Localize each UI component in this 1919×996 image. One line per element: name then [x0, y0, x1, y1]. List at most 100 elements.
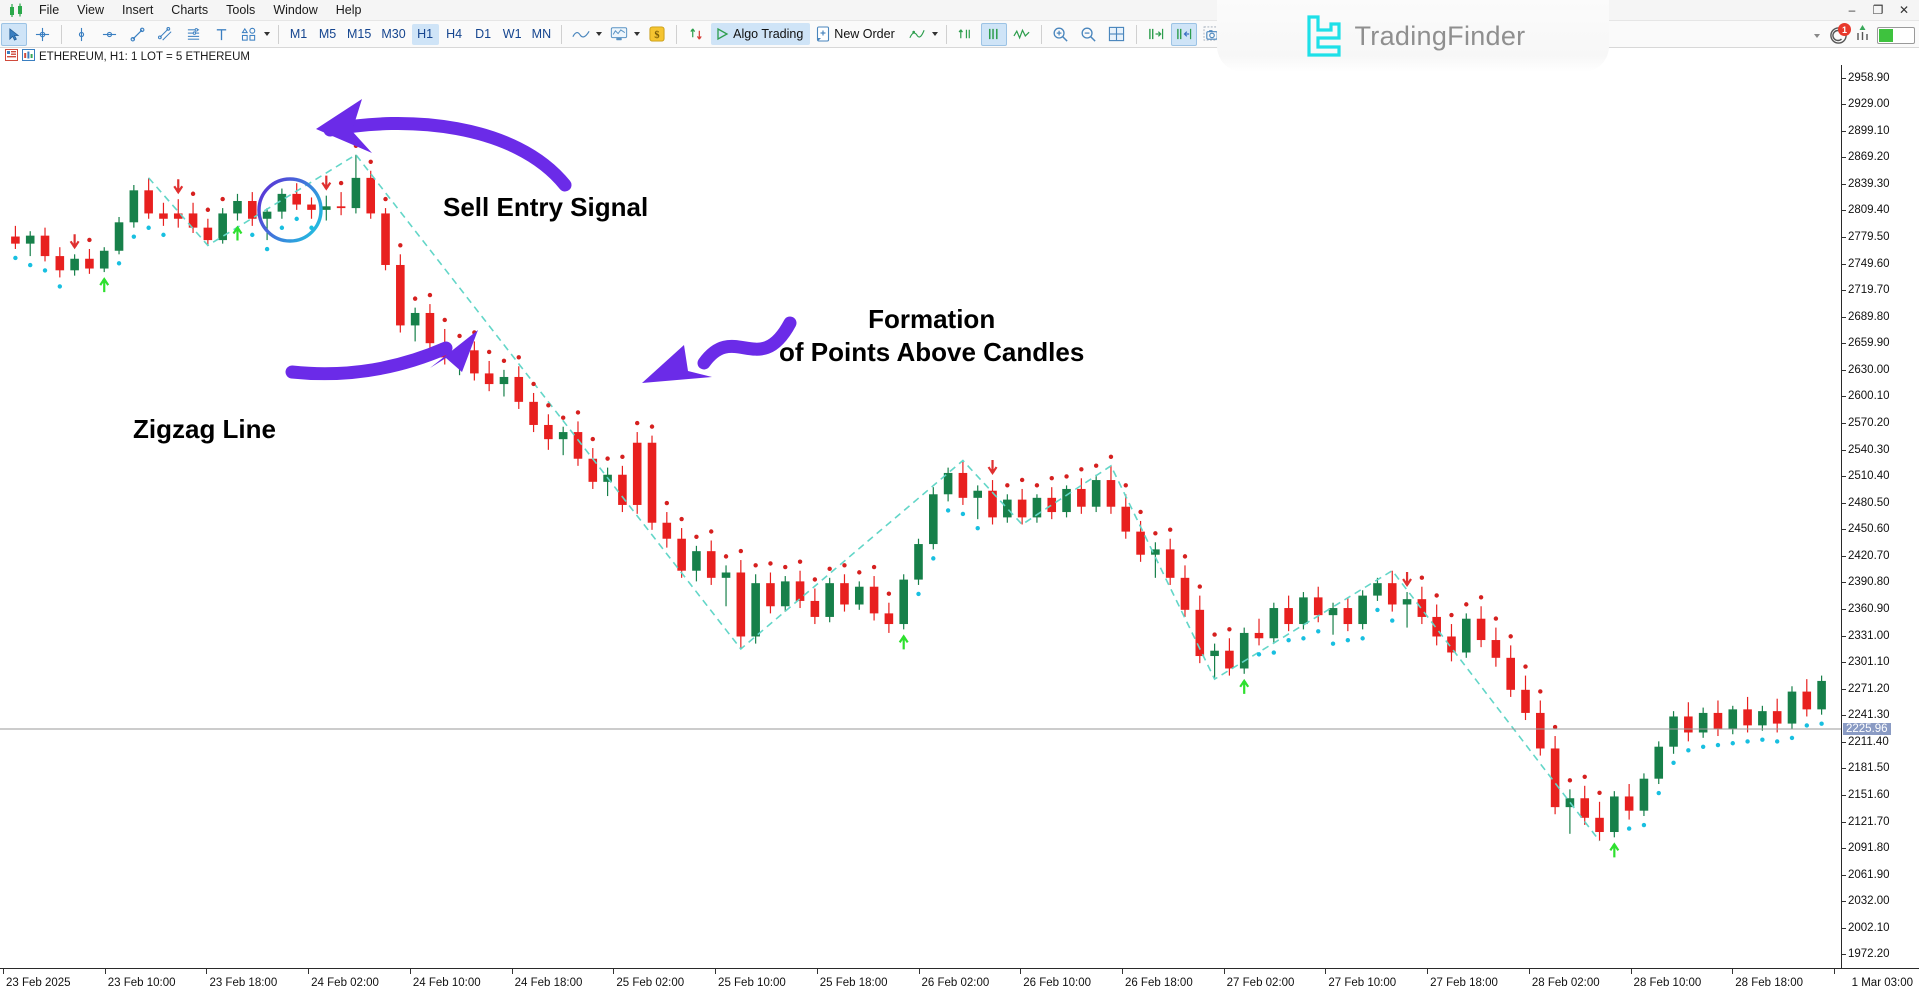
sar-dot-above [605, 456, 610, 461]
chart-props-icon[interactable] [5, 49, 18, 64]
timeframe-mn[interactable]: MN [528, 24, 555, 45]
line-chart-icon[interactable] [568, 23, 594, 46]
horizontal-line-icon[interactable] [96, 23, 122, 46]
tile-windows-icon[interactable] [1104, 23, 1130, 46]
crosshair-icon[interactable] [29, 23, 55, 46]
sar-dot-above [842, 563, 847, 568]
price-axis-label: 2899.10 [1848, 124, 1890, 137]
sar-dot-below [945, 508, 951, 513]
price-tick [1842, 954, 1846, 956]
sell-arrow-marker [987, 460, 998, 476]
text-label-icon[interactable] [208, 23, 234, 46]
timeframe-h4[interactable]: H4 [441, 24, 468, 45]
price-tick [1842, 662, 1846, 664]
maximize-button[interactable]: ❐ [1865, 1, 1891, 18]
indicator-props-icon[interactable] [22, 49, 35, 64]
menu-file[interactable]: File [30, 1, 68, 19]
current-price-badge: 2225.96 [1843, 722, 1891, 735]
close-button[interactable]: ✕ [1891, 1, 1917, 18]
toolbar-separator [945, 24, 947, 44]
chart-type-dropdown-caret[interactable] [596, 32, 603, 36]
timeframe-d1[interactable]: D1 [470, 24, 497, 45]
objects-icon[interactable] [904, 23, 930, 46]
candle-body [70, 258, 79, 271]
menu-tools[interactable]: Tools [217, 1, 264, 19]
signal-strength-icon[interactable] [1854, 24, 1871, 47]
candle-body [1595, 817, 1604, 833]
sar-dot-below [161, 232, 166, 238]
cursor-arrow-icon[interactable] [1, 22, 27, 46]
scroll-back-icon[interactable] [1170, 22, 1197, 46]
candle-body [1461, 618, 1471, 653]
vertical-line-icon[interactable] [68, 23, 94, 46]
timeframe-w1[interactable]: W1 [499, 24, 526, 45]
zoom-in-icon[interactable] [1048, 23, 1074, 46]
price-tick [1842, 555, 1846, 557]
candle-body [1772, 711, 1782, 724]
candle-body [1610, 796, 1619, 833]
chart-canvas[interactable]: Sell Entry Signal Formation of Points Ab… [0, 65, 1919, 996]
price-tick [1842, 290, 1846, 292]
candle-body [1728, 709, 1738, 729]
price-axis-label: 2480.50 [1848, 496, 1890, 509]
menu-window[interactable]: Window [264, 1, 326, 19]
notification-icon[interactable]: 1 [1829, 23, 1851, 45]
objects-dropdown-caret[interactable] [931, 32, 938, 36]
price-chart-svg [0, 143, 1841, 858]
menu-bar: File View Insert Charts Tools Window Help [0, 0, 1919, 21]
sar-dot-below [57, 284, 63, 289]
candle-body [396, 264, 405, 326]
menu-help[interactable]: Help [327, 1, 371, 19]
price-axis-label: 2450.60 [1848, 523, 1890, 536]
indicator-list-icon[interactable] [1009, 23, 1035, 46]
candlestick-icon[interactable] [606, 23, 632, 46]
equidistant-channel-icon[interactable] [152, 23, 178, 46]
candle-body [144, 190, 153, 214]
auto-scroll-icon[interactable] [953, 23, 979, 46]
timeframe-m15[interactable]: M15 [343, 24, 375, 45]
tradingfinder-logo-text: TradingFinder [1354, 20, 1526, 51]
chart-style-dropdown-caret[interactable] [634, 32, 641, 36]
price-axis[interactable]: 2958.90 2929.00 2899.10 2869.20 2839.30 2809.… [1841, 65, 1919, 968]
sar-dot-above [205, 207, 211, 212]
time-tick [1427, 969, 1429, 974]
candle-body [766, 583, 775, 607]
toolbar-overflow-caret[interactable] [1814, 33, 1820, 38]
scroll-to-end-icon[interactable] [1143, 23, 1169, 46]
timeframe-m5[interactable]: M5 [314, 24, 341, 45]
sar-dot-above [516, 355, 521, 360]
price-tick [1842, 449, 1846, 451]
price-axis-label: 2032.00 [1848, 895, 1890, 908]
dollar-icon[interactable]: $ [644, 23, 670, 46]
shapes-icon[interactable] [236, 23, 262, 46]
candle-body [11, 236, 20, 244]
price-axis-label: 2630.00 [1848, 363, 1890, 376]
time-axis[interactable]: 23 Feb 2025 23 Feb 10:00 23 Feb 18:00 24 Fe… [0, 968, 1919, 996]
indicators-icon[interactable] [683, 23, 709, 46]
price-axis-label: 2659.90 [1848, 337, 1890, 350]
menu-charts[interactable]: Charts [162, 1, 217, 19]
sar-dot-above [427, 292, 433, 298]
candle-body [914, 544, 923, 580]
time-tick [308, 969, 310, 974]
chart-shift-icon[interactable] [980, 22, 1007, 46]
minimize-button[interactable]: – [1839, 1, 1865, 18]
sar-dot-below [1330, 641, 1336, 646]
menu-view[interactable]: View [68, 1, 113, 19]
time-tick [715, 969, 717, 974]
candle-body [85, 258, 94, 269]
price-tick [1842, 423, 1846, 424]
zoom-out-icon[interactable] [1076, 23, 1102, 46]
algo-trading-button[interactable]: Algo Trading [711, 23, 811, 45]
timeframe-m30[interactable]: M30 [377, 24, 409, 45]
sar-dot-below [116, 261, 122, 266]
shapes-dropdown-caret[interactable] [264, 32, 270, 36]
sar-dot-below [1360, 636, 1365, 641]
menu-insert[interactable]: Insert [113, 1, 162, 19]
new-order-button[interactable]: New Order [812, 23, 901, 45]
time-tick [1121, 969, 1123, 974]
timeframe-m1[interactable]: M1 [285, 24, 312, 45]
timeframe-h1[interactable]: H1 [411, 23, 439, 45]
fibonacci-retracement-icon[interactable] [180, 23, 206, 46]
trendline-icon[interactable] [124, 23, 150, 46]
